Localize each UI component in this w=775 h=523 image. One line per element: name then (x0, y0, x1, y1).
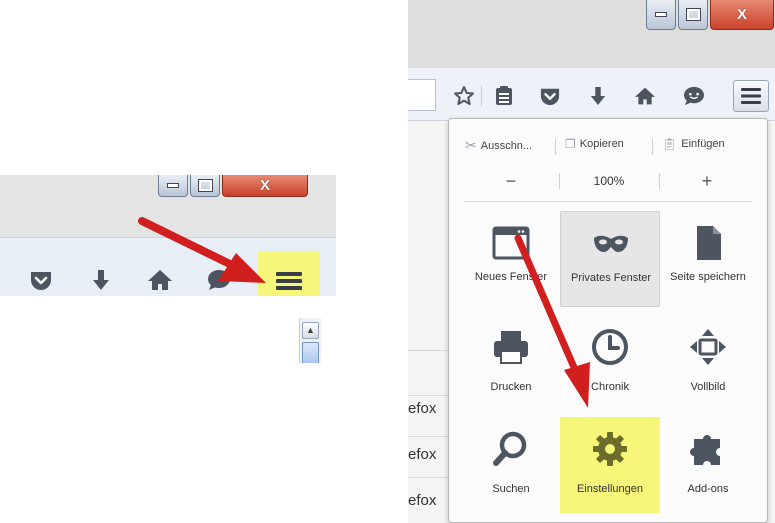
edit-controls: ✂ Ausschn... ❐ Kopieren 📋︎ Einfügen (449, 131, 767, 161)
list-item: efox (408, 400, 437, 417)
list-divider (408, 436, 452, 437)
zoom-in-button[interactable]: + (667, 167, 747, 195)
separator (652, 139, 653, 155)
tile-search[interactable]: Suchen (461, 417, 561, 513)
mask-icon (594, 235, 628, 252)
tile-label: Privates Fenster (570, 272, 652, 284)
tile-fullscreen[interactable]: Vollbild (658, 315, 758, 411)
left-screenshot: X ▲ (0, 175, 336, 363)
close-icon: X (736, 6, 747, 23)
close-button[interactable]: X (710, 0, 774, 30)
list-divider (408, 477, 452, 478)
maximize-icon (685, 8, 701, 21)
scroll-thumb[interactable] (302, 342, 319, 363)
minimize-icon (655, 12, 667, 17)
zoom-out-button[interactable]: − (471, 167, 551, 195)
tile-history[interactable]: Chronik (560, 315, 660, 411)
paste-label: Einfügen (681, 138, 725, 150)
tile-label: Add-ons (687, 483, 729, 495)
tile-private-window[interactable]: Privates Fenster (560, 211, 660, 307)
toolbar-separator (481, 86, 482, 106)
separator (659, 173, 660, 189)
tile-save-page[interactable]: Seite speichern (658, 211, 758, 307)
clock-icon (592, 329, 628, 365)
tile-addons[interactable]: Add-ons (658, 417, 758, 513)
cut-label: Ausschn... (480, 139, 533, 152)
home-icon[interactable] (632, 84, 658, 108)
clipboard-icon: 📋︎ (662, 137, 678, 151)
page-icon (697, 226, 721, 260)
tile-new-window[interactable]: Neues Fenster (461, 211, 561, 307)
scissors-icon: ✂ (465, 137, 477, 153)
menu-button[interactable] (733, 80, 769, 112)
pocket-icon[interactable] (28, 268, 54, 292)
list-item: efox (408, 446, 437, 463)
menu-icon[interactable] (272, 267, 306, 295)
tile-print[interactable]: Drucken (461, 315, 561, 411)
tile-label: Seite speichern (670, 271, 746, 283)
minimize-icon (167, 183, 179, 188)
separator (555, 139, 556, 155)
paste-button[interactable]: 📋︎ Einfügen (662, 137, 725, 151)
list-item: efox (408, 492, 437, 509)
window-controls: X (158, 175, 308, 197)
maximize-button[interactable] (678, 0, 708, 30)
puzzle-icon (690, 435, 720, 465)
search-icon (493, 431, 527, 466)
chat-icon[interactable] (682, 85, 706, 107)
scrollbar[interactable]: ▲ (299, 318, 321, 363)
minimize-button[interactable] (158, 175, 188, 197)
main-menu-panel: ✂ Ausschn... ❐ Kopieren 📋︎ Einfügen − 10… (448, 118, 768, 523)
tile-label: Einstellungen (576, 483, 644, 495)
tile-label: Drucken (490, 381, 532, 393)
menu-separator (463, 201, 753, 202)
window-controls: X (646, 0, 774, 30)
gear-icon (593, 432, 627, 466)
close-button[interactable]: X (222, 175, 308, 197)
tile-label: Suchen (492, 483, 530, 495)
bookmark-star-icon[interactable] (452, 84, 476, 108)
maximize-icon (197, 179, 213, 192)
tile-label: Neues Fenster (474, 271, 548, 283)
tile-label: Chronik (591, 381, 629, 393)
download-icon[interactable] (88, 267, 114, 293)
zoom-controls: − 100% + (449, 167, 767, 195)
close-icon: X (259, 177, 270, 194)
copy-button[interactable]: ❐ Kopieren (565, 137, 624, 151)
scroll-up-button[interactable]: ▲ (302, 322, 319, 339)
pocket-icon[interactable] (538, 85, 562, 107)
page-content (0, 296, 336, 363)
new-window-icon (492, 226, 530, 260)
list-divider (408, 350, 452, 351)
cut-button[interactable]: ✂ Ausschn... (465, 137, 532, 154)
url-bar[interactable] (408, 79, 436, 111)
copy-label: Kopieren (579, 138, 624, 150)
printer-icon (494, 331, 528, 364)
list-divider (408, 395, 452, 396)
download-icon[interactable] (586, 84, 610, 108)
separator (559, 173, 560, 189)
tile-label: Vollbild (690, 381, 726, 393)
chat-icon[interactable] (206, 268, 232, 292)
home-icon[interactable] (146, 267, 174, 293)
maximize-button[interactable] (190, 175, 220, 197)
copy-icon: ❐ (565, 137, 576, 151)
menu-icon (741, 88, 761, 104)
zoom-reset-button[interactable]: 100% (561, 167, 657, 195)
right-screenshot: X efox efox efox ✂ Ausschn... ❐ Kopieren… (408, 0, 775, 523)
fullscreen-icon (690, 329, 726, 365)
tile-settings[interactable]: Einstellungen (560, 417, 660, 513)
minimize-button[interactable] (646, 0, 676, 30)
reading-list-icon[interactable] (492, 84, 516, 108)
